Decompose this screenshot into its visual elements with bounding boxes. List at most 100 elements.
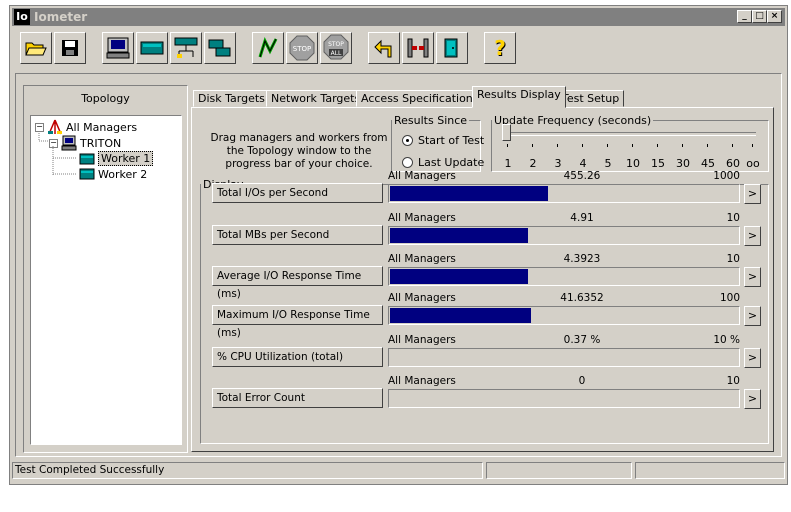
metric-options-button[interactable]: > — [744, 267, 761, 287]
tree-item-triton[interactable]: − TRITON — [49, 135, 121, 151]
collapse-icon[interactable]: − — [49, 138, 58, 148]
tab-disk-targets[interactable]: Disk Targets — [193, 90, 270, 107]
slider-tick-label: 10 — [626, 157, 640, 170]
metric-options-button[interactable]: > — [744, 226, 761, 246]
radio-last-update[interactable]: Last Update — [402, 156, 484, 169]
title-bar[interactable]: Io Iometer _ □ × — [12, 8, 785, 26]
metric-options-button[interactable]: > — [744, 184, 761, 204]
metric-progress-bar[interactable] — [388, 226, 740, 245]
metric-select-button[interactable]: Maximum I/O Response Time (ms) — [212, 305, 383, 339]
slider-tick-mark — [557, 144, 558, 147]
open-button[interactable] — [20, 32, 52, 64]
topology-tree[interactable]: − All Managers − TRITON Worker 1 Worker … — [30, 115, 182, 445]
metric-source: All Managers — [388, 253, 456, 265]
metric-progress-fill — [390, 308, 531, 323]
metric-source: All Managers — [388, 170, 456, 182]
disk-worker-icon — [79, 168, 95, 180]
metric-options-button[interactable]: > — [744, 348, 761, 368]
tree-label-all-managers: All Managers — [66, 120, 138, 134]
metric-source: All Managers — [388, 292, 456, 304]
slider-tick-label: 45 — [701, 157, 715, 170]
metric-max: 1000 — [713, 170, 740, 182]
disconnect-managers-button[interactable] — [402, 32, 434, 64]
metric-select-button[interactable]: Total Error Count — [212, 388, 383, 408]
metric-select-button[interactable]: % CPU Utilization (total) — [212, 347, 383, 367]
metric-progress-bar[interactable] — [388, 306, 740, 325]
tree-item-all-managers[interactable]: − All Managers — [35, 119, 137, 135]
new-network-worker-button[interactable] — [170, 32, 202, 64]
metric-progress-bar[interactable] — [388, 348, 740, 367]
metric-select-button[interactable]: Total I/Os per Second — [212, 183, 383, 203]
start-tests-button[interactable] — [252, 32, 284, 64]
slider-tick-mark — [532, 144, 533, 147]
stop-all-text-top: STOP — [328, 41, 344, 48]
help-button[interactable]: ? — [484, 32, 516, 64]
slider-track — [506, 132, 756, 136]
metric-max: 10 — [726, 212, 740, 224]
status-pane-2 — [486, 462, 632, 479]
tree-item-worker-2[interactable]: Worker 2 — [79, 167, 147, 181]
reset-arrow-icon — [374, 39, 392, 58]
metric-options-button[interactable]: > — [744, 389, 761, 409]
slider-tick-mark — [732, 144, 733, 147]
metric-options-button[interactable]: > — [744, 306, 761, 326]
metric-value: 455.26 — [563, 170, 601, 182]
slider-tick-label: 4 — [579, 157, 587, 170]
window-title: Iometer — [34, 10, 88, 24]
radio-start-of-test[interactable]: Start of Test — [402, 134, 484, 147]
exit-button[interactable] — [436, 32, 468, 64]
metric-select-button[interactable]: Average I/O Response Time (ms) — [212, 266, 383, 300]
metric-max: 10 — [726, 253, 740, 265]
metric-progress-bar[interactable] — [388, 389, 740, 408]
metric-max: 100 — [719, 292, 740, 304]
monitor-icon — [106, 37, 130, 59]
metric-row: Average I/O Response Time (ms) All Manage… — [212, 253, 769, 300]
metric-row: Total Error Count All Managers 0 10 > — [212, 375, 769, 409]
start-display-button[interactable] — [102, 32, 134, 64]
radio-label-last-update: Last Update — [418, 156, 485, 169]
network-worker-icon — [174, 37, 198, 58]
tab-test-setup[interactable]: Test Setup — [557, 90, 625, 107]
metric-value: 0.37 % — [563, 334, 601, 346]
tree-item-worker-1[interactable]: Worker 1 — [79, 151, 154, 166]
new-disk-worker-button[interactable] — [136, 32, 168, 64]
duplicate-worker-icon — [208, 39, 231, 57]
reset-workers-button[interactable] — [368, 32, 400, 64]
stop-all-button[interactable]: STOP ALL — [320, 32, 352, 64]
slider-tick-mark — [657, 144, 658, 147]
tree-label-worker-2: Worker 2 — [98, 167, 148, 181]
status-bar: Test Completed Successfully — [12, 462, 785, 480]
radio-button-icon[interactable] — [402, 157, 413, 168]
app-icon: Io — [14, 9, 30, 25]
status-message: Test Completed Successfully — [12, 462, 483, 479]
slider-thumb[interactable] — [502, 124, 511, 141]
floppy-disk-icon — [62, 40, 78, 56]
all-managers-icon — [48, 119, 62, 135]
metric-row: % CPU Utilization (total) All Managers 0.3… — [212, 334, 769, 368]
close-button[interactable]: × — [767, 10, 782, 23]
stop-button[interactable]: STOP — [286, 32, 318, 64]
duplicate-worker-button[interactable] — [204, 32, 236, 64]
stop-all-text-bottom: ALL — [331, 50, 342, 57]
minimize-button[interactable]: _ — [737, 10, 752, 23]
stop-sign-text: STOP — [293, 45, 311, 53]
metric-progress-bar[interactable] — [388, 267, 740, 286]
save-button[interactable] — [54, 32, 86, 64]
slider-tick-label: 60 — [726, 157, 740, 170]
radio-button-icon[interactable] — [402, 135, 413, 146]
metric-source: All Managers — [388, 334, 456, 346]
tab-access-specifications[interactable]: Access Specifications — [356, 90, 484, 107]
metric-select-button[interactable]: Total MBs per Second — [212, 225, 383, 245]
metric-progress-fill — [390, 186, 548, 201]
tab-network-targets[interactable]: Network Targets — [266, 90, 366, 107]
slider-tick-mark — [752, 144, 753, 147]
tree-label-worker-1: Worker 1 — [98, 151, 154, 166]
collapse-icon[interactable]: − — [35, 122, 44, 132]
tab-results-display[interactable]: Results Display — [472, 86, 566, 108]
metric-progress-bar[interactable] — [388, 184, 740, 203]
results-display-panel: Drag managers and workers from the Topol… — [191, 107, 774, 452]
slider-tick-mark — [507, 144, 508, 147]
update-frequency-slider[interactable]: 1 2 3 4 5 10 15 30 45 60 oo — [491, 114, 769, 174]
maximize-button[interactable]: □ — [752, 10, 767, 23]
status-pane-3 — [635, 462, 785, 479]
